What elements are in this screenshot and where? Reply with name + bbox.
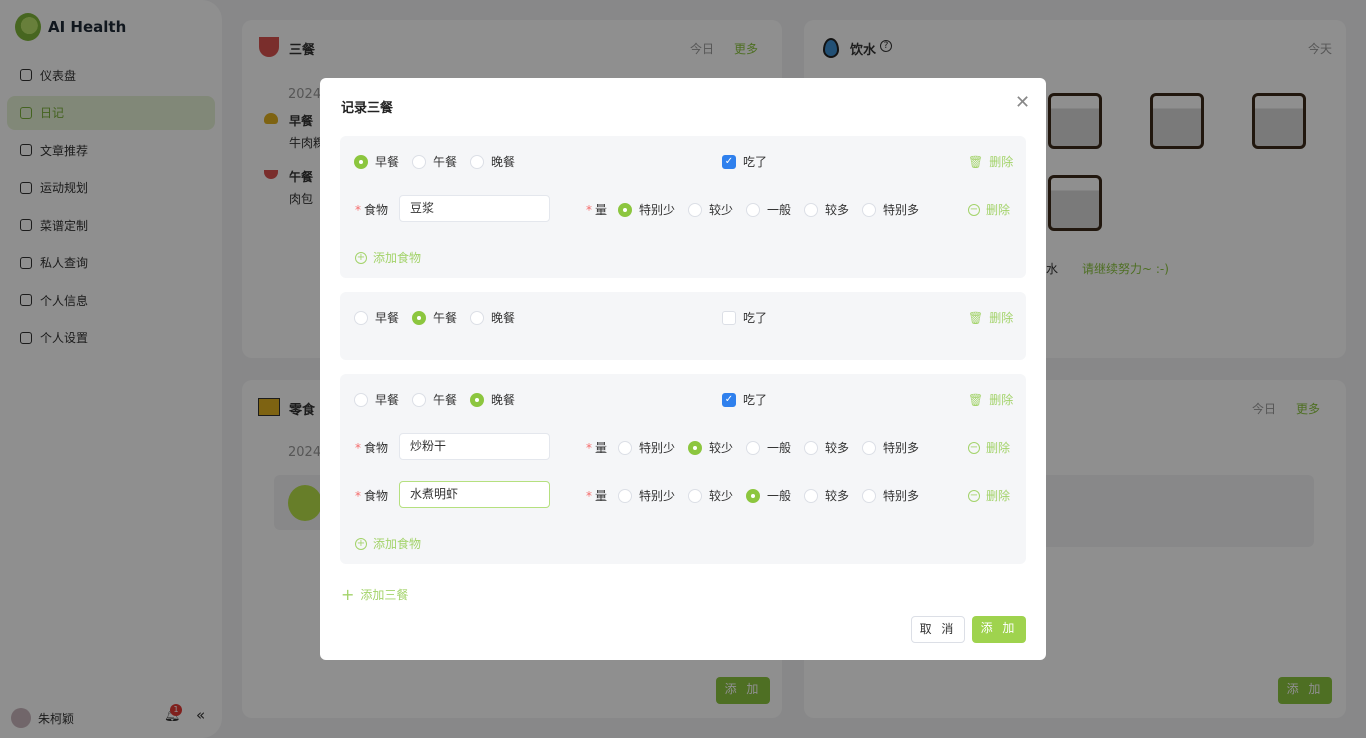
radio-label: 较多 <box>825 489 850 503</box>
close-icon[interactable]: ✕ <box>1015 92 1030 113</box>
add-meal-label: 添加三餐 <box>360 588 409 602</box>
amount-radio[interactable]: 特别少 <box>618 487 675 504</box>
trash-icon: 🗑︎ <box>968 392 984 407</box>
amount-radio[interactable]: 较多 <box>804 487 849 504</box>
radio-label: 午餐 <box>433 155 458 169</box>
delete-label: 删除 <box>986 489 1011 503</box>
meal-type-radio[interactable]: 晚餐 <box>470 309 515 326</box>
radio-label: 一般 <box>767 441 792 455</box>
meal-type-radio[interactable]: 午餐 <box>412 309 457 326</box>
radio-label: 午餐 <box>433 393 458 407</box>
trash-icon: 🗑︎ <box>968 154 984 169</box>
trash-icon: 🗑︎ <box>968 310 984 325</box>
meal-group: 早餐 午餐 晚餐 ✓ 吃了 🗑︎ 删除 * 食物 炒粉干 * 量特别少 较少 一般 较多 特别多 − 删除 * 食物水… <box>340 374 1026 564</box>
checkbox-label: 吃了 <box>743 155 768 169</box>
food-input[interactable]: 豆浆 <box>399 195 550 222</box>
amount-radio[interactable]: 特别少 <box>618 201 675 218</box>
radio-label: 一般 <box>767 203 792 217</box>
amount-radio[interactable]: 较少 <box>688 487 733 504</box>
radio-label: 特别少 <box>639 441 676 455</box>
amount-radio[interactable]: 一般 <box>746 487 791 504</box>
food-input[interactable]: 水煮明虾 <box>399 481 550 508</box>
radio-label: 较多 <box>825 441 850 455</box>
radio-label: 早餐 <box>375 311 400 325</box>
delete-meal-button[interactable]: 🗑︎ 删除 <box>968 153 1013 170</box>
amount-radio[interactable]: 一般 <box>746 439 791 456</box>
dialog-title: 记录三餐 <box>341 101 394 116</box>
radio-label: 较多 <box>825 203 850 217</box>
amount-radio[interactable]: 特别多 <box>862 439 919 456</box>
remove-food-button[interactable]: − 删除 <box>968 439 1010 456</box>
delete-label: 删除 <box>989 311 1014 325</box>
radio-label: 早餐 <box>375 155 400 169</box>
checkbox-label: 吃了 <box>743 311 768 325</box>
amount-radio[interactable]: 一般 <box>746 201 791 218</box>
delete-label: 删除 <box>986 203 1011 217</box>
cancel-button[interactable]: 取 消 <box>911 616 965 643</box>
submit-button[interactable]: 添 加 <box>972 616 1026 643</box>
amount-radio[interactable]: 较少 <box>688 201 733 218</box>
food-label: * 食物 <box>355 441 389 455</box>
meal-group: 早餐 午餐 晚餐 ✓ 吃了 🗑︎ 删除 * 食物 豆浆 * 量特别少 较少 一般 较多 特别多 − 删除 + 添加食物 <box>340 136 1026 278</box>
delete-label: 删除 <box>989 393 1014 407</box>
meal-type-radio[interactable]: 晚餐 <box>470 153 515 170</box>
plus-circle-icon: + <box>355 537 367 550</box>
radio-label: 早餐 <box>375 393 400 407</box>
amount-radio[interactable]: 较少 <box>688 439 733 456</box>
radio-label: 特别多 <box>883 203 920 217</box>
radio-label: 晚餐 <box>491 155 516 169</box>
remove-food-button[interactable]: − 删除 <box>968 487 1010 504</box>
amount-label: * 量 <box>586 441 608 455</box>
meal-type-radio[interactable]: 午餐 <box>412 391 457 408</box>
meal-type-radio[interactable]: 午餐 <box>412 153 457 170</box>
amount-radio[interactable]: 特别少 <box>618 439 675 456</box>
delete-label: 删除 <box>986 441 1011 455</box>
radio-label: 特别少 <box>639 203 676 217</box>
radio-label: 午餐 <box>433 311 458 325</box>
amount-radio[interactable]: 较多 <box>804 201 849 218</box>
radio-label: 较少 <box>709 441 734 455</box>
add-food-label: 添加食物 <box>373 251 422 265</box>
food-input[interactable]: 炒粉干 <box>399 433 550 460</box>
amount-radio[interactable]: 特别多 <box>862 201 919 218</box>
meal-type-radio[interactable]: 早餐 <box>354 153 399 170</box>
meal-group: 早餐 午餐 晚餐 吃了 🗑︎ 删除 <box>340 292 1026 360</box>
radio-label: 特别少 <box>639 489 676 503</box>
radio-label: 特别多 <box>883 441 920 455</box>
minus-circle-icon: − <box>968 489 980 502</box>
add-food-button[interactable]: + 添加食物 <box>355 249 421 266</box>
add-food-button[interactable]: + 添加食物 <box>355 535 421 552</box>
minus-circle-icon: − <box>968 203 980 216</box>
radio-label: 特别多 <box>883 489 920 503</box>
radio-label: 晚餐 <box>491 393 516 407</box>
radio-label: 一般 <box>767 489 792 503</box>
meal-type-radio[interactable]: 早餐 <box>354 391 399 408</box>
amount-label: * 量 <box>586 203 608 217</box>
plus-icon: + <box>341 585 355 604</box>
amount-radio[interactable]: 特别多 <box>862 487 919 504</box>
radio-label: 较少 <box>709 203 734 217</box>
minus-circle-icon: − <box>968 441 980 454</box>
eaten-checkbox[interactable]: 吃了 <box>722 309 767 326</box>
record-meals-dialog: 记录三餐 ✕ 早餐 午餐 晚餐 ✓ 吃了 🗑︎ 删除 * 食物 豆浆 * 量特别少 较少 一般 较多 特别多 −… <box>320 78 1046 660</box>
meal-type-radio[interactable]: 早餐 <box>354 309 399 326</box>
eaten-checkbox[interactable]: ✓ 吃了 <box>722 391 767 408</box>
radio-label: 晚餐 <box>491 311 516 325</box>
eaten-checkbox[interactable]: ✓ 吃了 <box>722 153 767 170</box>
amount-label: * 量 <box>586 489 608 503</box>
delete-label: 删除 <box>989 155 1014 169</box>
add-food-label: 添加食物 <box>373 537 422 551</box>
plus-circle-icon: + <box>355 251 367 264</box>
delete-meal-button[interactable]: 🗑︎ 删除 <box>968 391 1013 408</box>
food-label: * 食物 <box>355 489 389 503</box>
food-label: * 食物 <box>355 203 389 217</box>
amount-radio[interactable]: 较多 <box>804 439 849 456</box>
radio-label: 较少 <box>709 489 734 503</box>
remove-food-button[interactable]: − 删除 <box>968 201 1010 218</box>
meal-type-radio[interactable]: 晚餐 <box>470 391 515 408</box>
add-meal-button[interactable]: + 添加三餐 <box>341 585 408 604</box>
delete-meal-button[interactable]: 🗑︎ 删除 <box>968 309 1013 326</box>
checkbox-label: 吃了 <box>743 393 768 407</box>
